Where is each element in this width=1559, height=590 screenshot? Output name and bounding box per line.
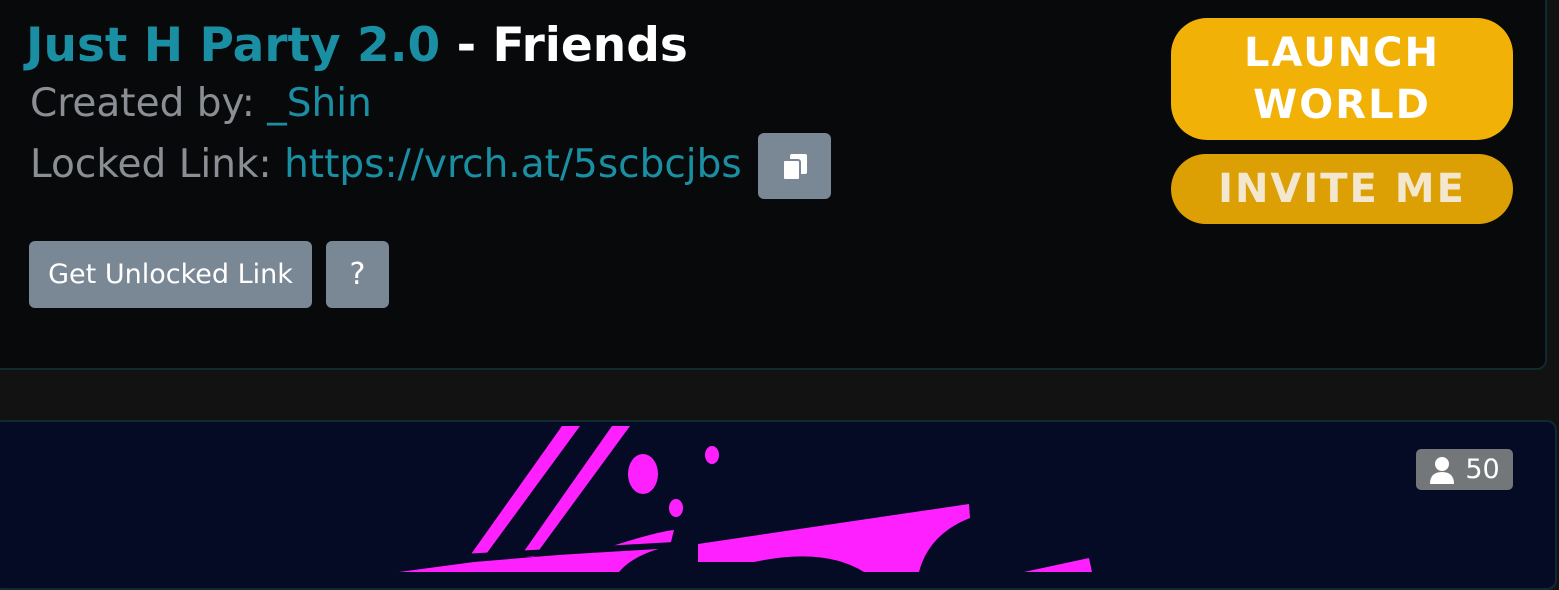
copy-icon <box>781 154 807 181</box>
launch-world-line1: LAUNCH <box>1243 30 1440 76</box>
world-name-link[interactable]: Just H Party 2.0 <box>26 18 440 73</box>
user-icon <box>1430 456 1455 484</box>
get-unlocked-link-button[interactable]: Get Unlocked Link <box>29 241 312 308</box>
locked-link-url[interactable]: https://vrch.at/5scbcjbs <box>284 142 742 187</box>
locked-link-label: Locked Link: <box>30 142 285 187</box>
instance-type: - Friends <box>440 18 688 73</box>
help-button[interactable]: ? <box>326 241 389 308</box>
creator-link[interactable]: _Shin <box>267 81 372 126</box>
preview-artwork <box>399 426 1092 572</box>
locked-link-row: Locked Link: https://vrch.at/5scbcjbs <box>30 139 742 191</box>
created-by-row: Created by: _Shin <box>30 78 372 130</box>
copy-link-button[interactable] <box>758 133 831 199</box>
world-preview-image <box>0 420 1557 590</box>
created-by-label: Created by: <box>30 81 268 126</box>
launch-world-line2: WORLD <box>1253 82 1431 128</box>
player-count: 50 <box>1465 454 1500 485</box>
launch-world-button[interactable]: LAUNCH WORLD <box>1171 18 1513 140</box>
invite-me-button[interactable]: INVITE ME <box>1171 154 1513 224</box>
player-count-badge: 50 <box>1416 449 1513 490</box>
world-title: Just H Party 2.0 - Friends <box>26 14 688 78</box>
